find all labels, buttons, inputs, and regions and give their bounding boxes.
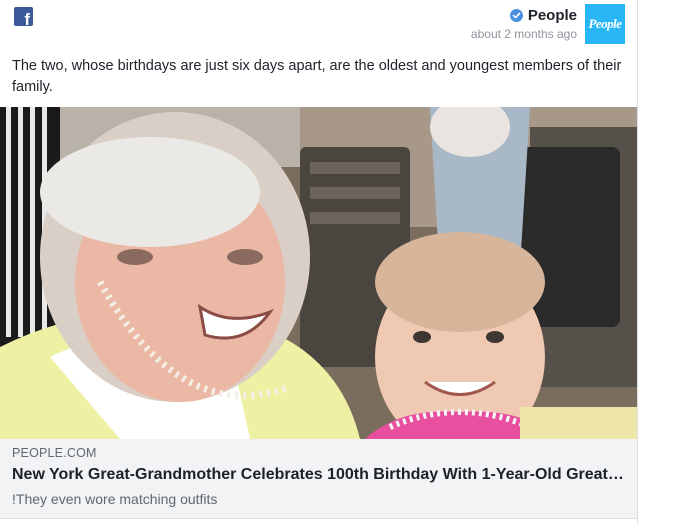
link-headline[interactable]: New York Great-Grandmother Celebrates 10…	[12, 466, 624, 484]
link-preview[interactable]: PEOPLE.COM New York Great-Grandmother Ce…	[0, 439, 637, 519]
post-caption: The two, whose birthdays are just six da…	[12, 58, 622, 95]
link-domain: PEOPLE.COM	[12, 446, 97, 460]
photo-illustration	[0, 107, 637, 439]
post-author-block: People about 2 months ago	[471, 6, 577, 42]
facebook-post-card: f People about 2 months ago People The t…	[0, 0, 638, 525]
author-name[interactable]: People	[528, 6, 577, 25]
post-photo[interactable]	[0, 107, 637, 439]
author-row: People	[471, 6, 577, 25]
author-logo[interactable]: People	[585, 4, 625, 44]
link-description: !They even wore matching outfits	[12, 491, 218, 507]
post-timestamp[interactable]: about 2 months ago	[471, 26, 577, 42]
facebook-icon[interactable]: f	[14, 7, 33, 26]
verified-badge-icon	[509, 9, 523, 22]
